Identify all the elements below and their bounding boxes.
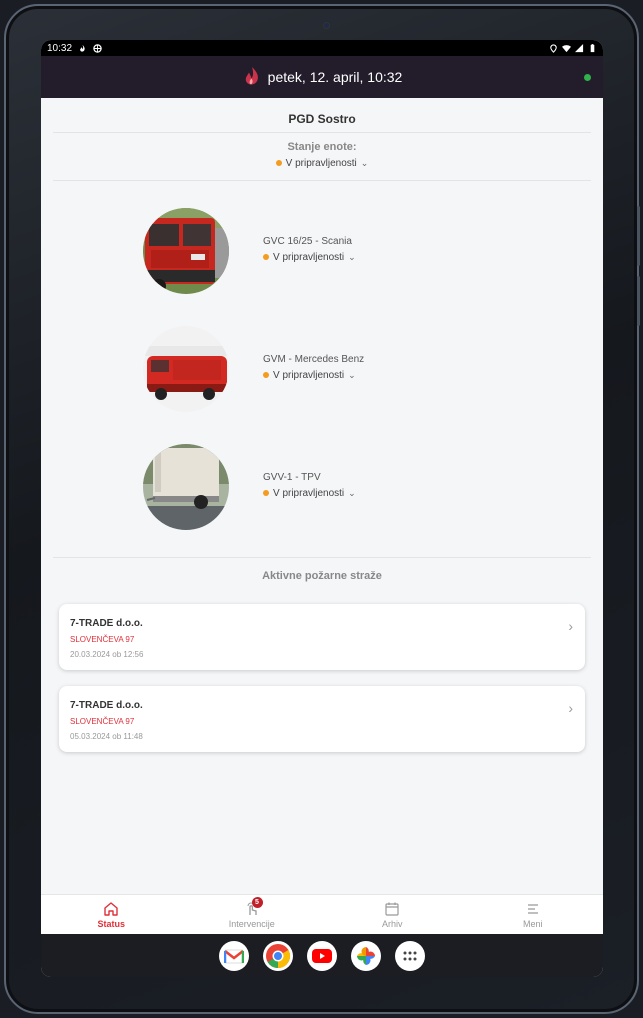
vehicle-status-value: V pripravljenosti [273,487,345,499]
chevron-down-icon: ⌄ [348,369,356,380]
nav-interventions-label: Intervencije [228,918,275,929]
vehicle-info: GVC 16/25 - Scania V pripravljenosti ⌄ [263,236,356,265]
battery-icon [590,43,595,52]
chevron-right-icon: › [568,618,573,634]
vehicle-name: GVV-1 - TPV [263,472,321,483]
bottom-navigation: Status 5 Intervencije Arhiv Meni [41,894,603,934]
fire-guards-title: Aktivne požarne straže [262,570,382,582]
guard-company: 7-TRADE d.o.o. [70,618,143,629]
photos-icon[interactable] [351,940,381,971]
vehicle-photo-fire-truck [143,208,229,294]
fire-guard-card[interactable]: 7-TRADE d.o.o. SLOVENČEVA 97 20.03.2024 … [59,604,585,670]
divider [53,557,591,558]
vehicle-info: GVM - Mercedes Benz V pripravljenosti ⌄ [263,354,364,383]
unit-state-section: Stanje enote: V pripravljenosti ⌄ [41,133,603,180]
youtube-icon[interactable] [307,940,337,971]
standby-dot-icon [263,490,269,496]
guard-address: SLOVENČEVA 97 [70,635,135,644]
divider [53,180,591,181]
wifi-icon [562,44,571,52]
vehicle-name: GVC 16/25 - Scania [263,236,352,247]
nav-archive-label: Arhiv [381,918,403,929]
location-icon [550,43,557,53]
chrome-icon[interactable] [263,940,293,971]
vehicle-status-value: V pripravljenosti [273,251,345,263]
chevron-right-icon: › [568,700,573,716]
fire-logo-icon [245,67,258,85]
vpn-icon [93,43,102,53]
guard-date: 20.03.2024 ob 12:56 [70,650,144,659]
interventions-badge: 5 [251,897,263,908]
screen: 10:32 petek, 12. april, 10:32 PGD Sostro… [41,40,603,977]
fire-guard-card[interactable]: 7-TRADE d.o.o. SLOVENČEVA 97 05.03.2024 … [59,686,585,752]
vehicle-status-value: V pripravljenosti [273,369,345,381]
clock: 10:32 [47,42,73,54]
home-icon [104,901,118,916]
signal-icon [575,43,584,52]
main-content: PGD Sostro Stanje enote: V pripravljenos… [41,98,603,894]
vehicle-item[interactable]: GVV-1 - TPV V pripravljenosti ⌄ [41,444,603,530]
nav-interventions[interactable]: 5 Intervencije [182,895,323,934]
chevron-down-icon: ⌄ [360,157,369,168]
nav-menu-label: Meni [522,918,543,929]
standby-dot-icon [263,254,269,260]
vehicle-photo-trailer [143,444,229,530]
guard-address: SLOVENČEVA 97 [70,717,135,726]
vehicle-status-dropdown[interactable]: V pripravljenosti ⌄ [263,370,356,381]
unit-state-dropdown[interactable]: V pripravljenosti ⌄ [275,157,369,169]
vehicle-item[interactable]: GVC 16/25 - Scania V pripravljenosti ⌄ [41,208,603,294]
android-dock [41,934,603,977]
guard-date: 05.03.2024 ob 11:48 [70,732,143,741]
vehicle-status-dropdown[interactable]: V pripravljenosti ⌄ [263,488,356,499]
nav-status[interactable]: Status [41,895,182,934]
app-drawer-icon[interactable] [395,940,425,971]
chevron-down-icon: ⌄ [348,251,356,262]
unit-state-value: V pripravljenosti [285,157,357,169]
vehicle-status-dropdown[interactable]: V pripravljenosti ⌄ [263,252,356,263]
vehicle-info: GVV-1 - TPV V pripravljenosti ⌄ [263,472,356,501]
online-indicator [584,74,591,81]
nav-archive[interactable]: Arhiv [322,895,463,934]
current-date-title: petek, 12. april, 10:32 [267,69,403,85]
front-camera [323,22,330,29]
app-bar: petek, 12. april, 10:32 [41,56,603,98]
power-button [637,276,640,326]
nav-menu[interactable]: Meni [463,895,604,934]
standby-dot-icon [263,372,269,378]
flame-notification-icon [80,44,85,52]
unit-state-label: Stanje enote: [287,141,357,153]
gmail-icon[interactable] [219,940,249,971]
standby-dot-icon [275,160,282,166]
vehicle-photo-fire-truck [143,326,229,412]
menu-icon [527,903,538,914]
vehicle-item[interactable]: GVM - Mercedes Benz V pripravljenosti ⌄ [41,326,603,412]
volume-button [637,206,640,266]
calendar-icon [385,902,399,916]
vehicle-name: GVM - Mercedes Benz [263,354,365,365]
nav-status-label: Status [97,918,125,929]
guard-company: 7-TRADE d.o.o. [70,700,143,711]
status-bar: 10:32 [41,40,603,56]
chevron-down-icon: ⌄ [348,487,356,498]
unit-name: PGD Sostro [288,112,356,126]
